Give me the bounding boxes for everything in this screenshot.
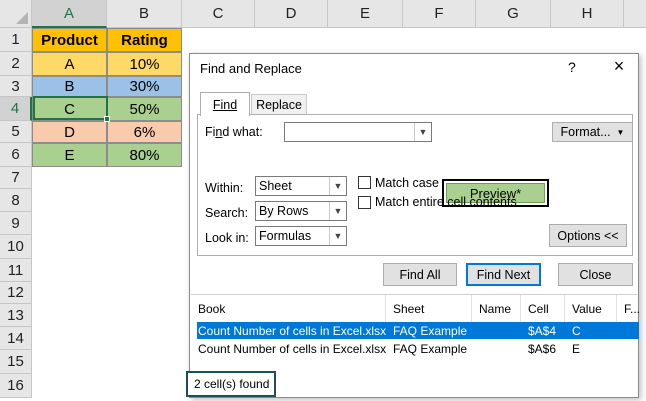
search-label: Search:: [205, 206, 249, 220]
column-header-b[interactable]: B: [107, 0, 182, 28]
column-header-h[interactable]: H: [551, 0, 624, 28]
cell-product[interactable]: C: [32, 97, 107, 121]
close-icon[interactable]: ×: [608, 56, 630, 77]
row-header-6[interactable]: 6: [0, 143, 32, 167]
row-header-3[interactable]: 3: [0, 76, 32, 97]
result-value: E: [572, 341, 581, 356]
row-header-10[interactable]: 10: [0, 235, 32, 259]
dropdown-arrow-icon: ▼: [616, 127, 625, 137]
results-header-sheet[interactable]: Sheet: [386, 295, 472, 323]
row-header-2[interactable]: 2: [0, 52, 32, 76]
cell-rating[interactable]: 10%: [107, 52, 182, 76]
cell-a1-product-header[interactable]: Product: [32, 28, 107, 52]
results-header-formula[interactable]: F...: [617, 295, 640, 323]
result-row[interactable]: Count Number of cells in Excel.xlsx FAQ …: [197, 340, 639, 357]
result-row[interactable]: Count Number of cells in Excel.xlsx FAQ …: [197, 322, 639, 339]
row-header-8[interactable]: 8: [0, 189, 32, 212]
row-header-5[interactable]: 5: [0, 121, 32, 143]
result-book: Count Number of cells in Excel.xlsx: [198, 323, 387, 338]
find-what-label: Find what:: [205, 125, 263, 139]
find-all-button[interactable]: Find All: [383, 263, 457, 286]
tab-replace[interactable]: Replace: [251, 94, 307, 115]
find-replace-dialog: Find and Replace ? × Find Replace Find w…: [186, 53, 640, 398]
options-button[interactable]: Options <<: [549, 224, 627, 247]
cell-product[interactable]: E: [32, 143, 107, 167]
results-list: Book Sheet Name Cell Value F... Count Nu…: [191, 294, 640, 372]
cell-rating[interactable]: 30%: [107, 76, 182, 97]
status-bar: 2 cell(s) found: [186, 371, 276, 397]
tab-replace-label: Replace: [256, 98, 302, 112]
column-header-g[interactable]: G: [476, 0, 551, 28]
cell-rating[interactable]: 80%: [107, 143, 182, 167]
result-book: Count Number of cells in Excel.xlsx: [198, 341, 387, 356]
dialog-title: Find and Replace: [200, 61, 302, 76]
column-header-c[interactable]: C: [182, 0, 255, 28]
column-header-next[interactable]: [624, 0, 646, 28]
row-header-9[interactable]: 9: [0, 212, 32, 235]
tab-find[interactable]: Find: [200, 92, 250, 116]
row-header-14[interactable]: 14: [0, 327, 32, 350]
select-all-corner[interactable]: [0, 0, 32, 28]
results-header-name[interactable]: Name: [472, 295, 521, 323]
column-header-d[interactable]: D: [255, 0, 328, 28]
chevron-down-icon[interactable]: ▼: [329, 227, 346, 245]
chevron-down-icon[interactable]: ▼: [329, 202, 346, 220]
row-header-1[interactable]: 1: [0, 28, 32, 52]
column-header-a[interactable]: A: [32, 0, 107, 28]
row-header-4[interactable]: 4: [0, 97, 32, 121]
result-sheet: FAQ Example: [393, 341, 468, 356]
cell-product[interactable]: D: [32, 121, 107, 143]
find-tab-panel: Find what: ▼ Preview* Format... ▼ Within:…: [197, 114, 633, 256]
fill-handle[interactable]: [104, 116, 110, 122]
match-case-checkbox[interactable]: [358, 176, 371, 189]
within-label: Within:: [205, 181, 244, 195]
format-button[interactable]: Format... ▼: [552, 122, 633, 142]
column-header-e[interactable]: E: [328, 0, 403, 28]
cell-b1-rating-header[interactable]: Rating: [107, 28, 182, 52]
find-next-button[interactable]: Find Next: [466, 263, 541, 286]
select-all-triangle-icon: [16, 12, 28, 24]
cell-rating[interactable]: 6%: [107, 121, 182, 143]
cell-product[interactable]: B: [32, 76, 107, 97]
within-select[interactable]: Sheet ▼: [255, 176, 347, 196]
row-header-11[interactable]: 11: [0, 259, 32, 282]
cell-rating[interactable]: 50%: [107, 97, 182, 121]
result-sheet: FAQ Example: [393, 323, 468, 338]
results-header-book[interactable]: Book: [191, 295, 386, 323]
chevron-down-icon[interactable]: ▼: [414, 123, 431, 141]
result-value: C: [572, 323, 581, 338]
column-header-f[interactable]: F: [403, 0, 476, 28]
row-header-7[interactable]: 7: [0, 167, 32, 189]
row-header-16[interactable]: 16: [0, 374, 32, 398]
help-icon[interactable]: ?: [568, 59, 576, 75]
results-header-value[interactable]: Value: [565, 295, 617, 323]
find-what-input[interactable]: ▼: [284, 122, 432, 142]
results-header-cell[interactable]: Cell: [521, 295, 565, 323]
row-header-12[interactable]: 12: [0, 282, 32, 304]
chevron-down-icon[interactable]: ▼: [329, 177, 346, 195]
cell-product[interactable]: A: [32, 52, 107, 76]
search-select[interactable]: By Rows ▼: [255, 201, 347, 221]
match-case-label: Match case: [375, 176, 439, 190]
close-button[interactable]: Close: [558, 263, 633, 286]
row-header-13[interactable]: 13: [0, 304, 32, 327]
result-cell: $A$4: [528, 323, 557, 338]
look-in-label: Look in:: [205, 231, 249, 245]
tab-find-label: Find: [212, 97, 238, 112]
match-entire-label: Match entire cell contents: [375, 195, 517, 209]
look-in-select[interactable]: Formulas ▼: [255, 226, 347, 246]
match-entire-checkbox[interactable]: [358, 196, 371, 209]
row-header-15[interactable]: 15: [0, 350, 32, 374]
result-cell: $A$6: [528, 341, 557, 356]
